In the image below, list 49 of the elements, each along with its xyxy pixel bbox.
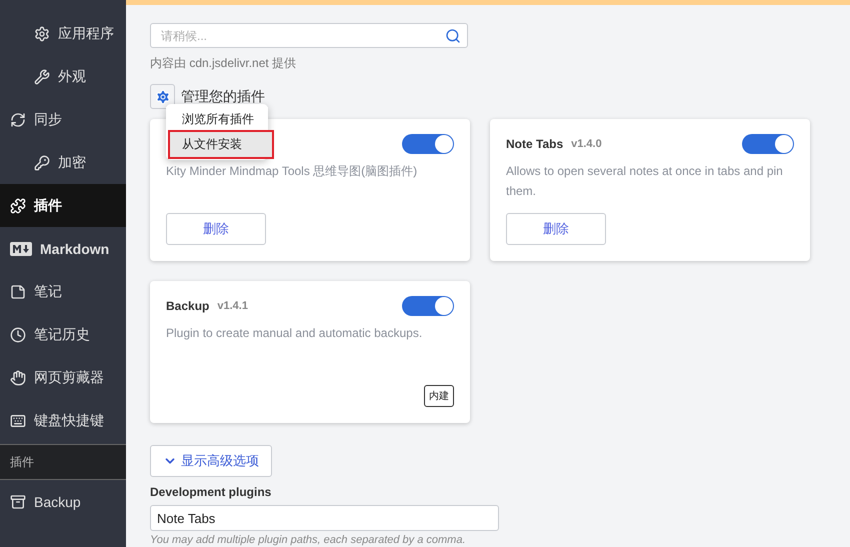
builtin-tag: 内建 xyxy=(424,385,454,407)
clock-icon xyxy=(10,326,26,342)
search-icon[interactable] xyxy=(445,28,461,44)
field-hint: You may add multiple plugin paths, each separated by a comma. xyxy=(150,534,467,547)
settings-button[interactable] xyxy=(150,84,175,109)
advanced-options-button[interactable]: 显示高级选项 xyxy=(150,445,272,477)
sidebar-item[interactable]: 外观 xyxy=(0,55,126,98)
hand-icon xyxy=(10,370,26,386)
menu-item[interactable]: 浏览所有插件 xyxy=(166,107,268,132)
input-field[interactable]: Note Tabs xyxy=(150,505,499,531)
markdown-icon xyxy=(10,242,32,256)
menu-item[interactable]: 从文件安装 xyxy=(170,132,272,157)
plugin-version: v1.4.1 xyxy=(217,300,248,312)
sync-icon xyxy=(10,112,26,128)
sidebar-item[interactable]: Backup xyxy=(0,480,126,523)
sidebar-item[interactable]: 笔记历史 xyxy=(0,313,126,356)
settings-icon xyxy=(154,88,170,104)
sidebar-item[interactable]: 键盘快捷键 xyxy=(0,399,126,442)
delete-button[interactable]: 删除 xyxy=(506,213,606,245)
toggle-switch[interactable] xyxy=(402,296,454,316)
plugin-name: Note Tabs xyxy=(506,137,564,151)
plugin-description: Plugin to create manual and automatic backups. xyxy=(166,325,424,342)
note-icon xyxy=(10,284,26,300)
field-label: Development plugins xyxy=(150,485,272,499)
plugin-description: Allows to open several notes at once in tabs and pin them. xyxy=(506,163,784,200)
plugin-description: Kity Minder Mindmap Tools 思维导图(脑图插件) xyxy=(166,163,418,180)
sidebar-item[interactable]: 应用程序 xyxy=(0,12,126,55)
plugin-version: v1.4.0 xyxy=(571,138,602,150)
tools-icon xyxy=(34,68,50,84)
puzzle-icon xyxy=(10,198,26,214)
section-heading: 管理您的插件 xyxy=(181,88,265,106)
sidebar-section-header: 插件 xyxy=(0,444,126,480)
keyboard-icon xyxy=(10,412,26,428)
archive-icon xyxy=(10,494,26,510)
toggle-switch[interactable] xyxy=(742,134,794,154)
sidebar-item[interactable]: 网页剪藏器 xyxy=(0,356,126,399)
toggle-switch[interactable] xyxy=(402,134,454,154)
source-note: 内容由 cdn.jsdelivr.net 提供 xyxy=(150,55,298,72)
key-icon xyxy=(34,154,50,170)
sidebar-item[interactable]: 加密 xyxy=(0,141,126,184)
search-input[interactable]: 请稍候... xyxy=(159,28,445,44)
sidebar-item[interactable]: 同步 xyxy=(0,98,126,141)
delete-button[interactable]: 删除 xyxy=(166,213,266,245)
search-field[interactable]: 请稍候... xyxy=(150,23,468,48)
sidebar-item[interactable]: Markdown xyxy=(0,227,126,270)
sidebar-item[interactable]: 笔记 xyxy=(0,270,126,313)
plugin-name: Backup xyxy=(166,299,210,313)
sidebar-item[interactable]: 插件 xyxy=(0,184,126,227)
settings-icon xyxy=(34,26,50,42)
